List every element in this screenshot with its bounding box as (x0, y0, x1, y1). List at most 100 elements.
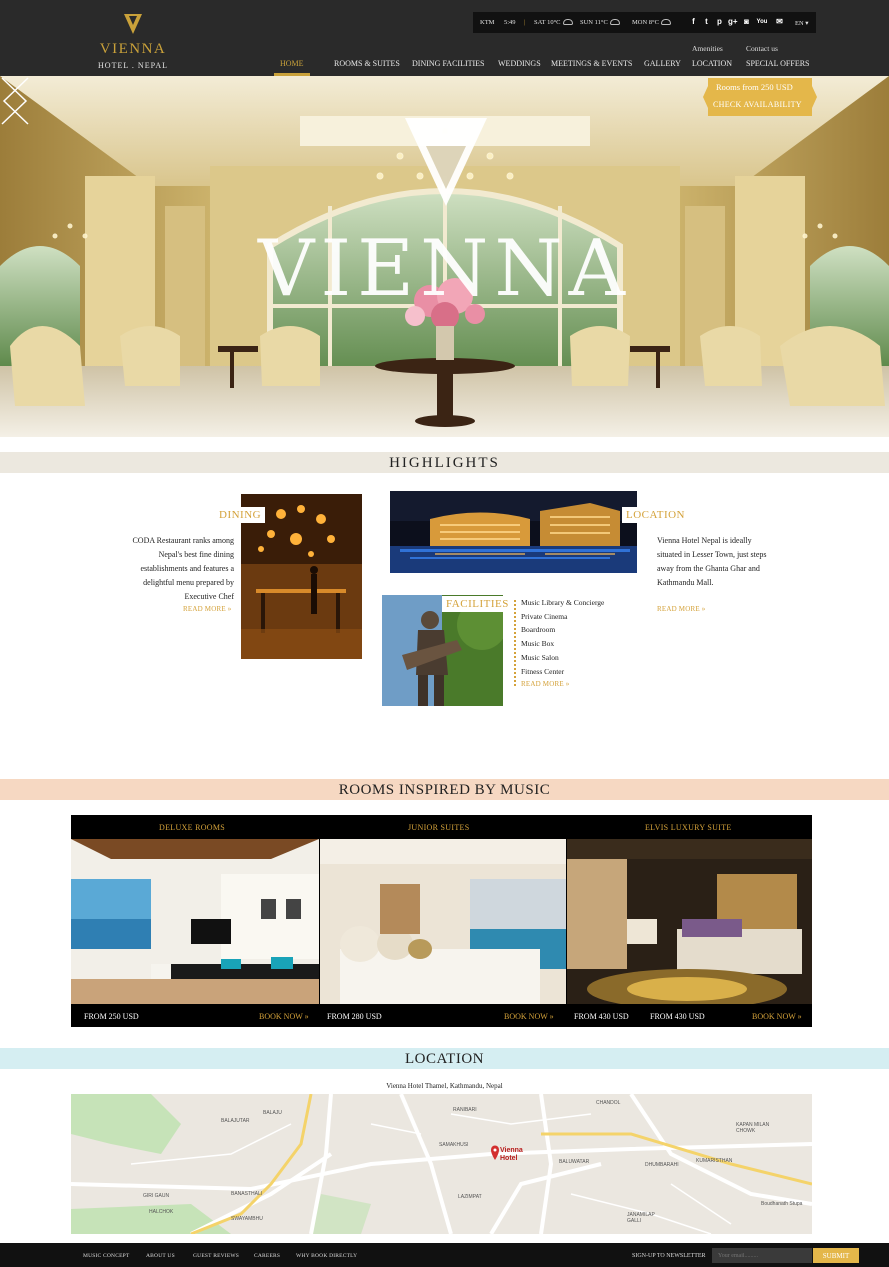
nav-home[interactable]: HOME (280, 59, 304, 68)
facebook-icon[interactable]: f (689, 17, 698, 27)
deluxe-room-image[interactable] (71, 839, 319, 1004)
map-label: JANAMILAP GALLI (627, 1212, 655, 1224)
map-label: KAPAN MILAN CHOWK (736, 1122, 770, 1134)
nav-weddings[interactable]: WEDDINGS (498, 59, 541, 68)
map-label: HALCHOK (149, 1209, 174, 1215)
top-info-bar: KTM 5:49 | SAT 10°C SUN 11°C MON 8°C f t… (473, 12, 816, 33)
rooms-from-price: Rooms from 250 USD (716, 82, 793, 92)
room-name-deluxe[interactable]: DELUXE ROOMS (159, 823, 225, 832)
cloud-icon (660, 19, 671, 25)
footer-link-why-book-directly[interactable]: WHY BOOK DIRECTLY (296, 1253, 357, 1259)
youtube-icon[interactable]: You (755, 17, 769, 27)
facility-item: Music Box (521, 639, 555, 649)
map-label: RANIBARI (453, 1107, 477, 1113)
map-label: GIRI GAUN (143, 1193, 170, 1199)
location-image[interactable] (390, 491, 637, 573)
room-name-junior[interactable]: JUNIOR SUITES (408, 823, 469, 832)
map-label: BANASTHALI (231, 1191, 263, 1197)
google-plus-icon[interactable]: g+ (728, 17, 738, 27)
book-now-elvis-button[interactable]: BOOK NOW » (752, 1012, 802, 1021)
nav-location[interactable]: LOCATION (692, 59, 732, 68)
location-read-more-link[interactable]: READ MORE » (657, 605, 705, 613)
nav-dining[interactable]: DINING FACILITIES (412, 59, 485, 68)
nav-rooms-suites[interactable]: ROOMS & SUITES (334, 59, 400, 68)
location-description: Vienna Hotel Nepal is ideally situated i… (657, 536, 767, 587)
local-time: 5:49 (504, 19, 516, 26)
room-price-junior: FROM 280 USD (327, 1012, 382, 1021)
footer-link-careers[interactable]: CAREERS (254, 1253, 280, 1259)
city-code: KTM (480, 19, 495, 26)
pinterest-icon[interactable]: p (715, 17, 724, 27)
logo-tagline: HOTEL . NEPAL (98, 61, 168, 70)
junior-suite-image[interactable] (320, 839, 566, 1004)
facility-item: Music Library & Concierge (521, 598, 605, 607)
cloud-icon (609, 19, 620, 25)
weather-day-1: SAT 10°C (534, 19, 573, 26)
room-price-deluxe: FROM 250 USD (84, 1012, 139, 1021)
room-name-elvis[interactable]: ELVIS LUXURY SUITE (645, 823, 732, 832)
rooms-panel: DELUXE ROOMS JUNIOR SUITES ELVIS LUXURY … (71, 815, 812, 1027)
nav-meetings[interactable]: MEETINGS & EVENTS (551, 59, 632, 68)
map-label: CHANDOL (596, 1100, 621, 1106)
location-heading: LOCATION (0, 1048, 889, 1069)
map-label: BALAJUTAR (221, 1118, 250, 1124)
room-price-elvis-alt: FROM 430 USD (650, 1012, 705, 1021)
elvis-suite-image[interactable] (567, 839, 812, 1004)
book-now-junior-button[interactable]: BOOK NOW » (504, 1012, 554, 1021)
site-header: VIENNA HOTEL . NEPAL KTM 5:49 | SAT 10°C… (0, 0, 889, 76)
map-marker-label: Vienna Hotel (500, 1147, 523, 1162)
facilities-read-more-link[interactable]: READ MORE » (521, 680, 569, 688)
twitter-icon[interactable]: t (702, 17, 711, 27)
weather-day-3: MON 8°C (632, 19, 671, 26)
logo-v-icon (124, 14, 142, 34)
map-label: LAZIMPAT (458, 1194, 482, 1200)
contact-link[interactable]: Contact us (746, 44, 778, 53)
cloud-icon (562, 19, 573, 25)
hero-slider: VIENNA (0, 76, 889, 437)
logo-name: VIENNA (99, 41, 167, 57)
email-icon[interactable]: ✉ (775, 17, 784, 27)
rooms-heading: ROOMS INSPIRED BY MUSIC (0, 779, 889, 800)
facilities-title: FACILITIES (442, 596, 513, 612)
footer-link-music-concept[interactable]: MUSIC CONCEPT (83, 1253, 129, 1259)
language-selector[interactable]: EN ▾ (795, 19, 809, 27)
facility-item: Music Salon (521, 652, 559, 662)
map-label: SAMAKHUSI (439, 1142, 469, 1148)
slider-next-arrow-icon[interactable] (0, 76, 30, 126)
facilities-list: Music Library & Concierge Private Cinema… (521, 596, 604, 678)
map-label: KUMARISTHAN (696, 1158, 733, 1164)
facility-item: Fitness Center (521, 666, 565, 676)
dining-title: DINING (215, 507, 266, 523)
divider: | (524, 19, 526, 26)
map-label: Boudhanath Stupa (761, 1201, 803, 1207)
hotel-address: Vienna Hotel Thamel, Kathmandu, Nepal (386, 1082, 503, 1090)
hero-brand-title: VIENNA (258, 224, 631, 314)
location-map[interactable]: Vienna Hotel BALAJU BALAJUTAR RANIBARI C… (71, 1094, 812, 1234)
facilities-divider (514, 600, 516, 686)
hotel-logo[interactable]: VIENNA HOTEL . NEPAL (92, 14, 174, 70)
highlights-heading: HIGHLIGHTS (0, 452, 889, 473)
amenities-link[interactable]: Amenities (692, 44, 723, 53)
location-title: LOCATION (622, 507, 689, 523)
check-availability-button[interactable]: CHECK AVAILABILITY (713, 100, 802, 109)
map-label: BALUWATAR (559, 1159, 590, 1165)
newsletter-label: SIGN-UP TO NEWSLETTER (632, 1253, 706, 1259)
facility-item: Boardroom (521, 625, 556, 635)
map-label: DHUMBARAHI (645, 1162, 679, 1168)
check-availability-ribbon[interactable]: Rooms from 250 USD CHECK AVAILABILITY (703, 78, 817, 116)
room-price-elvis: FROM 430 USD (574, 1012, 629, 1021)
site-footer: MUSIC CONCEPT ABOUT US GUEST REVIEWS CAR… (0, 1243, 889, 1267)
map-label: SWAYAMBHU (231, 1216, 263, 1222)
newsletter-email-input[interactable] (712, 1248, 812, 1263)
newsletter-submit-button[interactable]: SUBMIT (813, 1248, 859, 1263)
book-now-deluxe-button[interactable]: BOOK NOW » (259, 1012, 309, 1021)
facility-item: Private Cinema (521, 611, 568, 621)
weather-day-2: SUN 11°C (580, 19, 620, 26)
nav-special-offers[interactable]: SPECIAL OFFERS (746, 59, 810, 68)
dining-read-more-link[interactable]: READ MORE » (183, 605, 231, 613)
footer-link-guest-reviews[interactable]: GUEST REVIEWS (193, 1253, 239, 1259)
footer-link-about-us[interactable]: ABOUT US (146, 1253, 175, 1259)
instagram-icon[interactable]: ◙ (742, 17, 751, 27)
map-label: BALAJU (263, 1110, 282, 1116)
nav-gallery[interactable]: GALLERY (644, 59, 681, 68)
